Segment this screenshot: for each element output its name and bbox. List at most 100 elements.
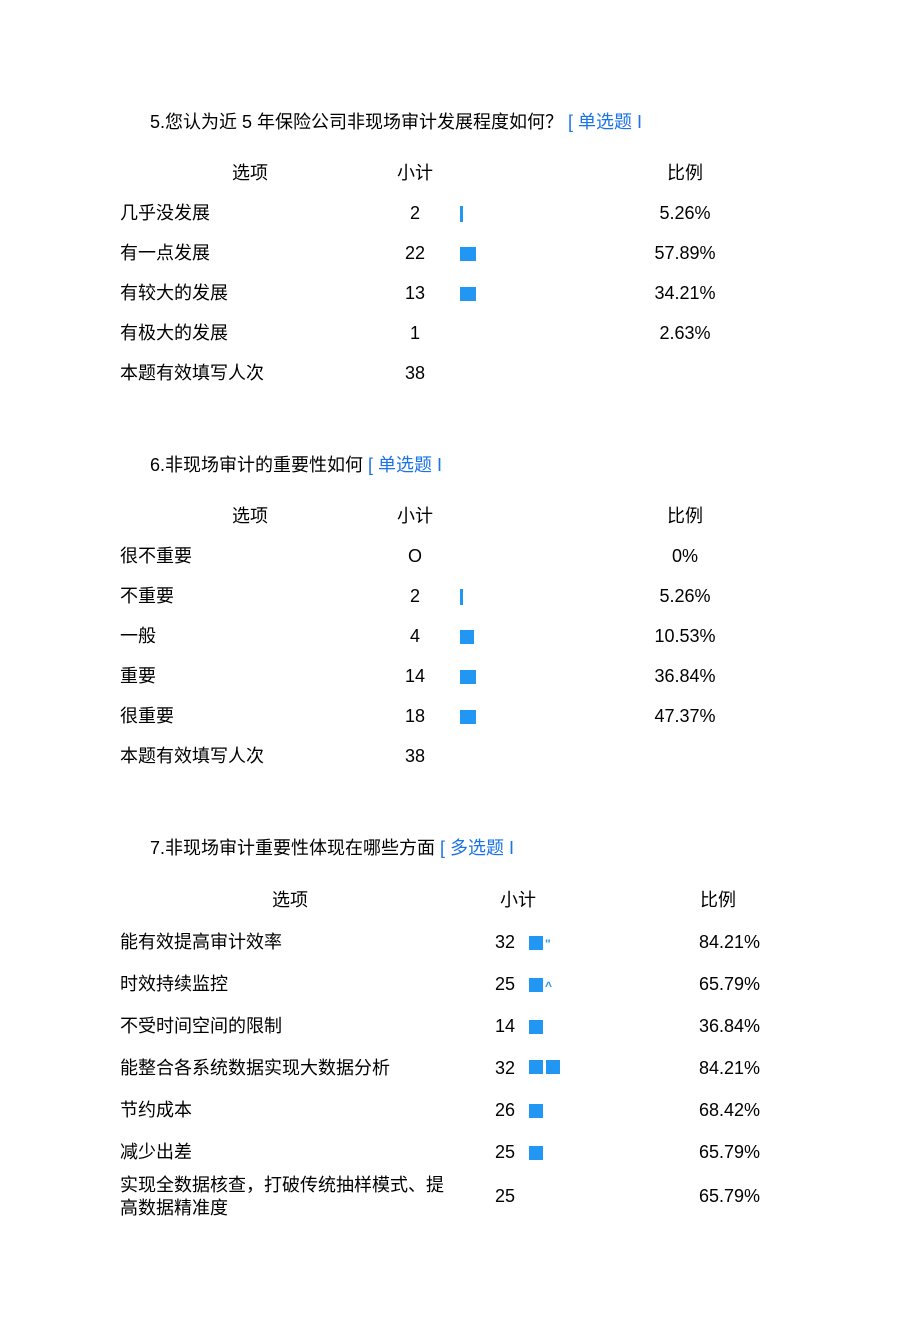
bar-icon xyxy=(529,1060,560,1074)
bar-icon xyxy=(460,247,476,261)
ratio-value: 47.37% xyxy=(570,704,800,729)
question-type-label: [ 多选题 I xyxy=(440,838,514,858)
bar-cell: " xyxy=(515,930,615,955)
table-row: 很不重要 O 0% xyxy=(120,536,800,576)
bar-cell xyxy=(450,201,570,226)
ratio-value: 65.79% xyxy=(615,972,800,997)
ratio-value: 84.21% xyxy=(615,1056,800,1081)
table-row: 有较大的发展 13 34.21% xyxy=(120,273,800,313)
bar-cell xyxy=(450,704,570,729)
option-label: 减少出差 xyxy=(120,1140,460,1165)
ratio-value: 0% xyxy=(570,544,800,569)
ratio-value: 10.53% xyxy=(570,624,800,649)
valid-responses-row: 本题有效填写人次 38 xyxy=(120,736,800,776)
bar-icon xyxy=(529,1146,543,1160)
table-row: 很重要 18 47.37% xyxy=(120,696,800,736)
question-title: 7.非现场审计重要性体现在哪些方面 [ 多选题 I xyxy=(120,836,800,861)
ratio-value: 84.21% xyxy=(615,930,800,955)
table-row: 一般 4 10.53% xyxy=(120,616,800,656)
valid-responses-label: 本题有效填写人次 xyxy=(120,744,380,769)
table-header: 选项 小计 比例 xyxy=(120,153,800,193)
question-number: 5. xyxy=(150,112,165,132)
question-type-label: [ 单选题 I xyxy=(568,112,642,132)
subtotal-value: 2 xyxy=(380,201,450,226)
question-6: 6.非现场审计的重要性如何 [ 单选题 I 选项 小计 比例 很不重要 O 0%… xyxy=(120,453,800,776)
table-row: 节约成本 26 68.42% xyxy=(120,1090,800,1132)
valid-responses-count: 38 xyxy=(380,744,450,769)
option-label: 时效持续监控 xyxy=(120,972,460,997)
bar-cell xyxy=(515,1014,615,1039)
col-subtotal-header: 小计 xyxy=(380,504,450,529)
subtotal-value: 25 xyxy=(460,1140,515,1165)
question-5: 5.您认为近 5 年保险公司非现场审计发展程度如何？ [ 单选题 I 选项 小计… xyxy=(120,110,800,393)
option-label: 能整合各系统数据实现大数据分析 xyxy=(120,1056,460,1081)
option-label: 实现全数据核查，打破传统抽样模式、提高数据精准度 xyxy=(120,1174,460,1221)
question-title: 5.您认为近 5 年保险公司非现场审计发展程度如何？ [ 单选题 I xyxy=(120,110,800,135)
subtotal-value: 26 xyxy=(460,1098,515,1123)
table-header: 选项 小计 比例 xyxy=(120,496,800,536)
table-row: 不受时间空间的限制 14 36.84% xyxy=(120,1006,800,1048)
table-row: 能有效提高审计效率 32 " 84.21% xyxy=(120,922,800,964)
option-label: 一般 xyxy=(120,624,380,649)
bar-cell xyxy=(515,1056,615,1081)
subtotal-value: 14 xyxy=(380,664,450,689)
option-label: 重要 xyxy=(120,664,380,689)
ratio-value: 65.79% xyxy=(615,1184,800,1209)
option-label: 几乎没发展 xyxy=(120,201,380,226)
subtotal-value: 1 xyxy=(380,321,450,346)
col-option-header: 选项 xyxy=(120,161,380,186)
ratio-value: 36.84% xyxy=(570,664,800,689)
col-ratio-header: 比例 xyxy=(570,504,800,529)
subtotal-value: 4 xyxy=(380,624,450,649)
option-label: 很重要 xyxy=(120,704,380,729)
option-label: 节约成本 xyxy=(120,1098,460,1123)
col-subtotal-header: 小计 xyxy=(380,161,450,186)
ratio-value: 5.26% xyxy=(570,584,800,609)
bar-icon xyxy=(529,1104,543,1118)
table-header: 选项 小计 比例 xyxy=(120,880,800,922)
bar-icon xyxy=(460,710,476,724)
bar-cell xyxy=(515,1098,615,1123)
bar-icon xyxy=(529,978,543,992)
ratio-value: 2.63% xyxy=(570,321,800,346)
ratio-value: 36.84% xyxy=(615,1014,800,1039)
ratio-value: 68.42% xyxy=(615,1098,800,1123)
bar-extra-mark: ^ xyxy=(545,979,552,993)
question-number: 6. xyxy=(150,455,165,475)
table-row: 重要 14 36.84% xyxy=(120,656,800,696)
col-ratio-header: 比例 xyxy=(670,888,800,913)
survey-page: 5.您认为近 5 年保险公司非现场审计发展程度如何？ [ 单选题 I 选项 小计… xyxy=(0,0,920,1340)
table-row: 不重要 2 5.26% xyxy=(120,576,800,616)
subtotal-value: 2 xyxy=(380,584,450,609)
subtotal-value: 14 xyxy=(460,1014,515,1039)
bar-icon xyxy=(460,630,474,644)
col-option-header: 选项 xyxy=(120,888,460,913)
question-text: 您认为近 5 年保险公司非现场审计发展程度如何？ xyxy=(165,112,563,132)
subtotal-value: 25 xyxy=(460,972,515,997)
table-row: 有一点发展 22 57.89% xyxy=(120,233,800,273)
subtotal-value: O xyxy=(380,544,450,569)
bar-cell xyxy=(450,624,570,649)
valid-responses-label: 本题有效填写人次 xyxy=(120,361,380,386)
col-ratio-header: 比例 xyxy=(570,161,800,186)
option-label: 有较大的发展 xyxy=(120,281,380,306)
subtotal-value: 22 xyxy=(380,241,450,266)
bar-icon xyxy=(529,936,543,950)
bar-icon xyxy=(460,206,463,222)
ratio-value: 65.79% xyxy=(615,1140,800,1165)
option-label: 有极大的发展 xyxy=(120,321,380,346)
bar-icon xyxy=(529,1020,543,1034)
question-text: 非现场审计重要性体现在哪些方面 xyxy=(165,838,435,858)
bar-cell xyxy=(450,281,570,306)
option-label: 有一点发展 xyxy=(120,241,380,266)
subtotal-value: 32 xyxy=(460,1056,515,1081)
bar-extra-mark: " xyxy=(545,937,551,951)
question-title: 6.非现场审计的重要性如何 [ 单选题 I xyxy=(120,453,800,478)
bar-cell xyxy=(515,1140,615,1165)
table-row: 能整合各系统数据实现大数据分析 32 84.21% xyxy=(120,1048,800,1090)
col-subtotal-header: 小计 xyxy=(460,888,570,913)
bar-icon xyxy=(460,287,476,301)
table-row: 时效持续监控 25 ^ 65.79% xyxy=(120,964,800,1006)
bar-cell xyxy=(450,664,570,689)
ratio-value: 57.89% xyxy=(570,241,800,266)
